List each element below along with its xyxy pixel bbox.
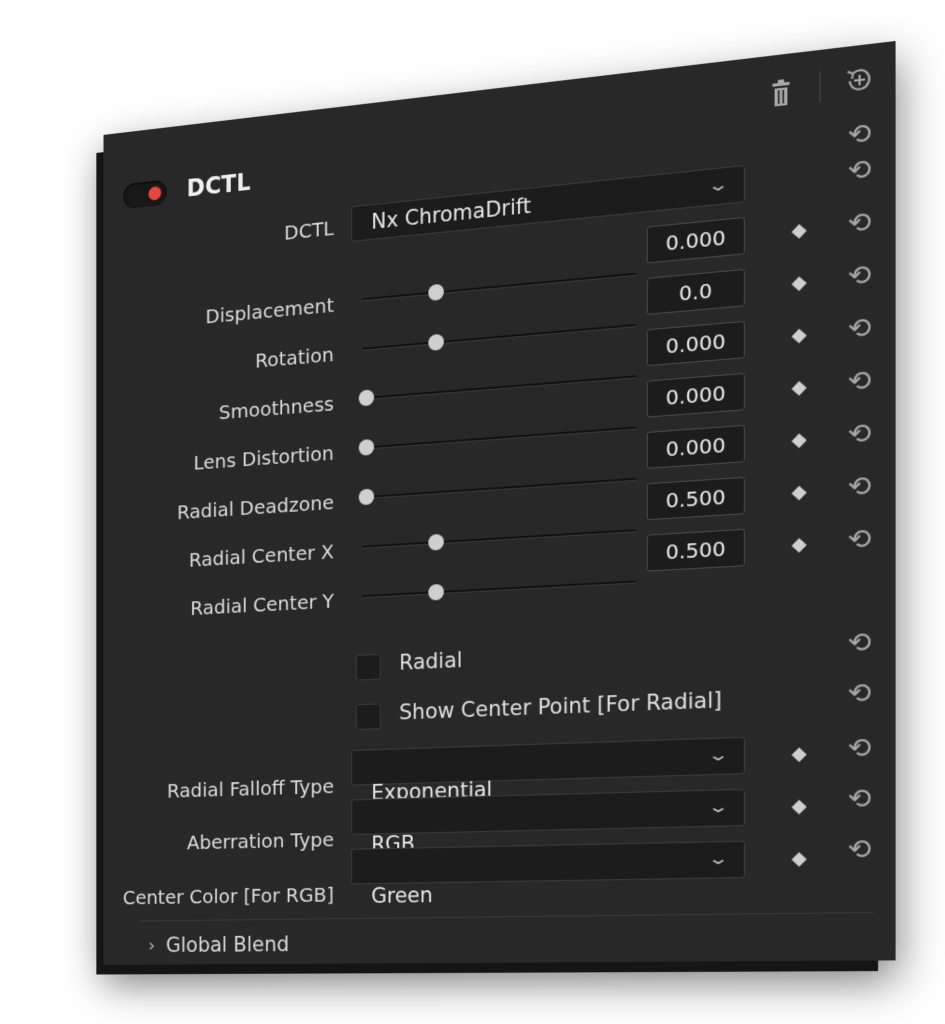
- radial-center-y-slider[interactable]: [362, 580, 637, 598]
- keyframe-diamond-icon[interactable]: [791, 799, 807, 815]
- reset-icon[interactable]: ⟲: [843, 117, 876, 152]
- keyframe-diamond-icon[interactable]: [791, 433, 807, 449]
- reset-icon[interactable]: ⟲: [843, 259, 876, 294]
- radial-center-x-label: Radial Center X: [188, 539, 334, 572]
- reset-all-icon[interactable]: [843, 62, 876, 97]
- radial-center-y-label: Radial Center Y: [190, 588, 334, 620]
- rotation-slider[interactable]: [362, 323, 637, 350]
- lens-distortion-value-field[interactable]: 0.000: [646, 372, 745, 418]
- chevron-down-icon: ⌄: [706, 848, 730, 869]
- radial-deadzone-slider[interactable]: [362, 477, 637, 499]
- radial-checkbox-label: Radial: [399, 647, 463, 675]
- toggle-indicator: [148, 185, 162, 201]
- chevron-right-icon: ›: [148, 935, 155, 956]
- reset-icon[interactable]: ⟲: [843, 470, 876, 504]
- displacement-slider[interactable]: [362, 272, 637, 301]
- keyframe-diamond-icon[interactable]: [791, 328, 807, 344]
- panel-title: DCTL: [186, 168, 251, 203]
- reset-icon[interactable]: ⟲: [843, 417, 876, 451]
- show-center-point-checkbox[interactable]: [355, 703, 381, 731]
- reset-icon[interactable]: ⟲: [843, 834, 876, 866]
- radial-center-x-slider[interactable]: [362, 529, 637, 548]
- radial-deadzone-value-field[interactable]: 0.000: [646, 424, 745, 469]
- radial-center-y-slider-handle[interactable]: [428, 583, 444, 601]
- radial-checkbox[interactable]: [355, 653, 381, 681]
- center-color-label: Center Color [For RGB]: [122, 882, 334, 910]
- chevron-down-icon: ⌄: [706, 796, 730, 817]
- rotation-value-field[interactable]: 0.0: [646, 268, 745, 315]
- radial-falloff-type-label: Radial Falloff Type: [167, 774, 334, 803]
- keyframe-diamond-icon[interactable]: [791, 276, 807, 292]
- aberration-type-label: Aberration Type: [186, 827, 334, 855]
- header-separator: [819, 70, 821, 103]
- displacement-slider-handle[interactable]: [428, 283, 444, 302]
- enable-toggle[interactable]: [123, 179, 167, 210]
- dctl-label: DCTL: [284, 216, 334, 245]
- center-color-value: Green: [371, 883, 433, 908]
- smoothness-value-field[interactable]: 0.000: [646, 320, 745, 367]
- lens-distortion-label: Lens Distortion: [193, 440, 334, 475]
- dctl-panel: DCTL ⟲ DCTL Nx ChromaDrift ⌄ ⟲ 0.000 Disp…: [103, 40, 896, 965]
- reset-icon[interactable]: ⟲: [843, 206, 876, 241]
- rotation-slider-handle[interactable]: [428, 333, 444, 352]
- keyframe-diamond-icon[interactable]: [791, 485, 807, 501]
- reset-icon[interactable]: ⟲: [843, 677, 876, 711]
- lens-distortion-slider-handle[interactable]: [358, 438, 375, 456]
- radial-center-y-value-field[interactable]: 0.500: [646, 528, 745, 572]
- center-color-select[interactable]: Green ⌄: [351, 840, 745, 908]
- keyframe-diamond-icon[interactable]: [791, 852, 807, 867]
- reset-icon[interactable]: ⟲: [843, 783, 876, 815]
- trash-icon[interactable]: [770, 78, 791, 108]
- smoothness-slider[interactable]: [362, 375, 637, 400]
- dctl-select-value: Nx ChromaDrift: [371, 193, 532, 234]
- keyframe-diamond-icon[interactable]: [791, 380, 807, 396]
- section-divider: [139, 911, 874, 922]
- global-blend-section[interactable]: › Global Blend: [148, 932, 289, 956]
- smoothness-label: Smoothness: [218, 391, 334, 425]
- global-blend-label: Global Blend: [165, 932, 290, 957]
- radial-center-x-value-field[interactable]: 0.500: [646, 476, 745, 521]
- keyframe-diamond-icon[interactable]: [791, 223, 807, 239]
- reset-icon[interactable]: ⟲: [843, 523, 876, 557]
- lens-distortion-slider[interactable]: [362, 426, 637, 449]
- reset-icon[interactable]: ⟲: [843, 627, 876, 660]
- radial-falloff-type-select[interactable]: Exponential ⌄: [351, 736, 745, 805]
- keyframe-diamond-icon[interactable]: [791, 538, 807, 553]
- reset-icon[interactable]: ⟲: [843, 365, 876, 399]
- displacement-label: Displacement: [205, 292, 334, 329]
- radial-center-x-slider-handle[interactable]: [428, 533, 444, 551]
- reset-icon[interactable]: ⟲: [843, 153, 876, 188]
- keyframe-diamond-icon[interactable]: [791, 747, 807, 763]
- displacement-value-field[interactable]: 0.000: [646, 216, 745, 264]
- chevron-down-icon: ⌄: [706, 173, 730, 196]
- radial-deadzone-label: Radial Deadzone: [177, 490, 334, 525]
- reset-icon[interactable]: ⟲: [843, 312, 876, 346]
- radial-deadzone-slider-handle[interactable]: [358, 488, 375, 506]
- chevron-down-icon: ⌄: [706, 744, 730, 765]
- show-center-point-label: Show Center Point [For Radial]: [399, 687, 722, 725]
- reset-icon[interactable]: ⟲: [843, 732, 876, 765]
- smoothness-slider-handle[interactable]: [358, 389, 375, 407]
- rotation-label: Rotation: [255, 342, 334, 373]
